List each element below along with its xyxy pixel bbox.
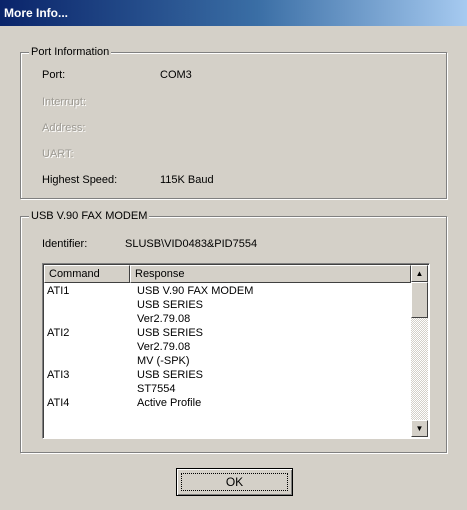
uart-label: UART:: [42, 148, 74, 160]
highest-speed-value: 115K Baud: [160, 174, 214, 186]
command-cell: ATI4: [47, 397, 70, 409]
scroll-down-button[interactable]: ▼: [411, 420, 428, 437]
response-cell: USB SERIES: [137, 299, 204, 311]
modem-group-title: USB V.90 FAX MODEM: [29, 209, 150, 223]
column-header-command-label: Command: [49, 268, 100, 280]
title-bar: More Info...: [0, 0, 467, 26]
arrow-up-icon: ▲: [415, 269, 424, 278]
response-cell: USB SERIES: [137, 327, 204, 339]
list-row[interactable]: ATI4 Active Profile: [44, 396, 410, 410]
column-header-command[interactable]: Command: [44, 265, 130, 283]
command-cell: ATI2: [47, 327, 70, 339]
command-response-list[interactable]: Command Response ATI1 USB V.90 FAX MODEM…: [42, 263, 430, 439]
vertical-scrollbar[interactable]: ▲ ▼: [411, 265, 428, 437]
list-row[interactable]: ATI2 USB SERIES: [44, 326, 410, 340]
list-row[interactable]: MV (-SPK): [44, 354, 410, 368]
list-row[interactable]: ST7554: [44, 382, 410, 396]
response-cell: Active Profile: [137, 397, 202, 409]
ok-button[interactable]: OK: [176, 468, 293, 496]
port-value: COM3: [160, 69, 192, 81]
list-rows: ATI1 USB V.90 FAX MODEM USB SERIES Ver2.…: [44, 284, 410, 410]
arrow-down-icon: ▼: [415, 424, 424, 433]
address-label: Address:: [42, 122, 86, 134]
column-header-response[interactable]: Response: [130, 265, 411, 283]
response-cell: USB SERIES: [137, 369, 204, 381]
port-label: Port:: [42, 69, 66, 81]
list-row[interactable]: ATI1 USB V.90 FAX MODEM: [44, 284, 410, 298]
window-title: More Info...: [4, 6, 68, 20]
identifier-label: Identifier:: [42, 238, 88, 250]
command-cell: ATI1: [47, 285, 70, 297]
list-row[interactable]: Ver2.79.08: [44, 340, 410, 354]
list-row[interactable]: ATI3 USB SERIES: [44, 368, 410, 382]
highest-speed-label: Highest Speed:: [42, 174, 118, 186]
column-header-response-label: Response: [135, 268, 185, 280]
command-cell: ATI3: [47, 369, 70, 381]
identifier-value: SLUSB\VID0483&PID7554: [125, 238, 258, 250]
scroll-up-button[interactable]: ▲: [411, 265, 428, 282]
response-cell: Ver2.79.08: [137, 313, 191, 325]
list-row[interactable]: Ver2.79.08: [44, 312, 410, 326]
ok-button-label: OK: [225, 475, 244, 489]
response-cell: Ver2.79.08: [137, 341, 191, 353]
scroll-thumb[interactable]: [411, 282, 428, 318]
response-cell: USB V.90 FAX MODEM: [137, 285, 254, 297]
response-cell: MV (-SPK): [137, 355, 190, 367]
port-information-title: Port Information: [29, 45, 112, 59]
response-cell: ST7554: [137, 383, 176, 395]
interrupt-label: Interrupt:: [42, 96, 87, 108]
list-row[interactable]: USB SERIES: [44, 298, 410, 312]
